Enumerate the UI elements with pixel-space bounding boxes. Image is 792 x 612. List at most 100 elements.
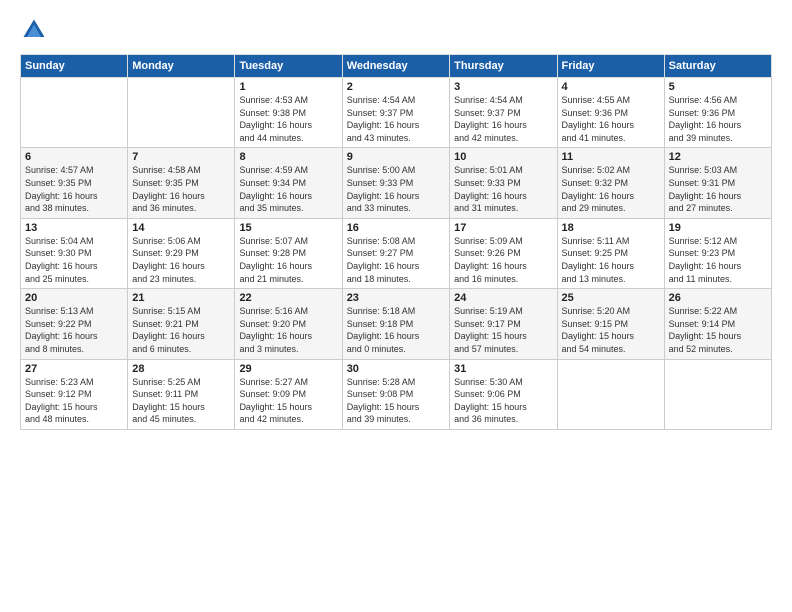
calendar-cell: 13Sunrise: 5:04 AM Sunset: 9:30 PM Dayli… [21, 218, 128, 288]
day-number: 6 [25, 151, 123, 163]
calendar-cell [664, 359, 771, 429]
logo-icon [20, 16, 48, 44]
day-number: 27 [25, 363, 123, 375]
calendar-cell: 3Sunrise: 4:54 AM Sunset: 9:37 PM Daylig… [450, 78, 557, 148]
calendar-cell: 25Sunrise: 5:20 AM Sunset: 9:15 PM Dayli… [557, 289, 664, 359]
day-number: 2 [347, 81, 445, 93]
calendar-week-2: 6Sunrise: 4:57 AM Sunset: 9:35 PM Daylig… [21, 148, 772, 218]
weekday-header-wednesday: Wednesday [342, 55, 449, 78]
day-number: 5 [669, 81, 767, 93]
day-number: 18 [562, 222, 660, 234]
calendar-cell: 7Sunrise: 4:58 AM Sunset: 9:35 PM Daylig… [128, 148, 235, 218]
day-number: 22 [239, 292, 337, 304]
day-info: Sunrise: 5:18 AM Sunset: 9:18 PM Dayligh… [347, 305, 445, 355]
day-info: Sunrise: 4:59 AM Sunset: 9:34 PM Dayligh… [239, 164, 337, 214]
day-info: Sunrise: 4:54 AM Sunset: 9:37 PM Dayligh… [454, 94, 552, 144]
day-number: 21 [132, 292, 230, 304]
day-number: 29 [239, 363, 337, 375]
weekday-header-sunday: Sunday [21, 55, 128, 78]
calendar-cell: 16Sunrise: 5:08 AM Sunset: 9:27 PM Dayli… [342, 218, 449, 288]
day-info: Sunrise: 4:58 AM Sunset: 9:35 PM Dayligh… [132, 164, 230, 214]
calendar-cell: 14Sunrise: 5:06 AM Sunset: 9:29 PM Dayli… [128, 218, 235, 288]
weekday-header-tuesday: Tuesday [235, 55, 342, 78]
day-info: Sunrise: 5:13 AM Sunset: 9:22 PM Dayligh… [25, 305, 123, 355]
calendar-cell: 6Sunrise: 4:57 AM Sunset: 9:35 PM Daylig… [21, 148, 128, 218]
day-info: Sunrise: 5:19 AM Sunset: 9:17 PM Dayligh… [454, 305, 552, 355]
calendar-cell: 20Sunrise: 5:13 AM Sunset: 9:22 PM Dayli… [21, 289, 128, 359]
day-info: Sunrise: 5:28 AM Sunset: 9:08 PM Dayligh… [347, 376, 445, 426]
calendar-week-1: 1Sunrise: 4:53 AM Sunset: 9:38 PM Daylig… [21, 78, 772, 148]
day-info: Sunrise: 5:04 AM Sunset: 9:30 PM Dayligh… [25, 235, 123, 285]
day-info: Sunrise: 5:00 AM Sunset: 9:33 PM Dayligh… [347, 164, 445, 214]
calendar-week-5: 27Sunrise: 5:23 AM Sunset: 9:12 PM Dayli… [21, 359, 772, 429]
day-info: Sunrise: 5:16 AM Sunset: 9:20 PM Dayligh… [239, 305, 337, 355]
calendar-cell: 31Sunrise: 5:30 AM Sunset: 9:06 PM Dayli… [450, 359, 557, 429]
day-number: 15 [239, 222, 337, 234]
day-number: 30 [347, 363, 445, 375]
calendar-cell: 21Sunrise: 5:15 AM Sunset: 9:21 PM Dayli… [128, 289, 235, 359]
day-info: Sunrise: 4:53 AM Sunset: 9:38 PM Dayligh… [239, 94, 337, 144]
header [20, 16, 772, 44]
day-info: Sunrise: 5:01 AM Sunset: 9:33 PM Dayligh… [454, 164, 552, 214]
day-info: Sunrise: 5:20 AM Sunset: 9:15 PM Dayligh… [562, 305, 660, 355]
day-info: Sunrise: 5:08 AM Sunset: 9:27 PM Dayligh… [347, 235, 445, 285]
calendar-cell: 26Sunrise: 5:22 AM Sunset: 9:14 PM Dayli… [664, 289, 771, 359]
calendar-cell: 11Sunrise: 5:02 AM Sunset: 9:32 PM Dayli… [557, 148, 664, 218]
calendar-cell: 2Sunrise: 4:54 AM Sunset: 9:37 PM Daylig… [342, 78, 449, 148]
calendar-cell: 22Sunrise: 5:16 AM Sunset: 9:20 PM Dayli… [235, 289, 342, 359]
day-number: 8 [239, 151, 337, 163]
day-number: 13 [25, 222, 123, 234]
calendar-cell: 15Sunrise: 5:07 AM Sunset: 9:28 PM Dayli… [235, 218, 342, 288]
calendar-cell: 10Sunrise: 5:01 AM Sunset: 9:33 PM Dayli… [450, 148, 557, 218]
day-info: Sunrise: 5:25 AM Sunset: 9:11 PM Dayligh… [132, 376, 230, 426]
day-info: Sunrise: 5:09 AM Sunset: 9:26 PM Dayligh… [454, 235, 552, 285]
day-info: Sunrise: 4:55 AM Sunset: 9:36 PM Dayligh… [562, 94, 660, 144]
calendar-cell: 9Sunrise: 5:00 AM Sunset: 9:33 PM Daylig… [342, 148, 449, 218]
calendar-cell [21, 78, 128, 148]
day-number: 9 [347, 151, 445, 163]
calendar-cell [128, 78, 235, 148]
day-number: 20 [25, 292, 123, 304]
day-number: 12 [669, 151, 767, 163]
calendar-cell: 29Sunrise: 5:27 AM Sunset: 9:09 PM Dayli… [235, 359, 342, 429]
calendar-cell: 30Sunrise: 5:28 AM Sunset: 9:08 PM Dayli… [342, 359, 449, 429]
day-info: Sunrise: 5:12 AM Sunset: 9:23 PM Dayligh… [669, 235, 767, 285]
day-number: 25 [562, 292, 660, 304]
day-info: Sunrise: 5:22 AM Sunset: 9:14 PM Dayligh… [669, 305, 767, 355]
day-number: 16 [347, 222, 445, 234]
calendar-cell: 1Sunrise: 4:53 AM Sunset: 9:38 PM Daylig… [235, 78, 342, 148]
calendar-cell: 23Sunrise: 5:18 AM Sunset: 9:18 PM Dayli… [342, 289, 449, 359]
calendar-cell: 28Sunrise: 5:25 AM Sunset: 9:11 PM Dayli… [128, 359, 235, 429]
day-number: 23 [347, 292, 445, 304]
weekday-header-row: SundayMondayTuesdayWednesdayThursdayFrid… [21, 55, 772, 78]
calendar-week-4: 20Sunrise: 5:13 AM Sunset: 9:22 PM Dayli… [21, 289, 772, 359]
calendar-cell: 17Sunrise: 5:09 AM Sunset: 9:26 PM Dayli… [450, 218, 557, 288]
calendar-cell: 5Sunrise: 4:56 AM Sunset: 9:36 PM Daylig… [664, 78, 771, 148]
day-info: Sunrise: 5:06 AM Sunset: 9:29 PM Dayligh… [132, 235, 230, 285]
calendar-cell: 19Sunrise: 5:12 AM Sunset: 9:23 PM Dayli… [664, 218, 771, 288]
weekday-header-monday: Monday [128, 55, 235, 78]
day-number: 26 [669, 292, 767, 304]
day-number: 31 [454, 363, 552, 375]
day-info: Sunrise: 4:56 AM Sunset: 9:36 PM Dayligh… [669, 94, 767, 144]
day-info: Sunrise: 5:27 AM Sunset: 9:09 PM Dayligh… [239, 376, 337, 426]
weekday-header-thursday: Thursday [450, 55, 557, 78]
day-number: 10 [454, 151, 552, 163]
calendar-cell: 4Sunrise: 4:55 AM Sunset: 9:36 PM Daylig… [557, 78, 664, 148]
calendar-cell: 24Sunrise: 5:19 AM Sunset: 9:17 PM Dayli… [450, 289, 557, 359]
day-number: 28 [132, 363, 230, 375]
page: SundayMondayTuesdayWednesdayThursdayFrid… [0, 0, 792, 440]
weekday-header-friday: Friday [557, 55, 664, 78]
calendar-cell: 27Sunrise: 5:23 AM Sunset: 9:12 PM Dayli… [21, 359, 128, 429]
day-info: Sunrise: 5:07 AM Sunset: 9:28 PM Dayligh… [239, 235, 337, 285]
day-number: 3 [454, 81, 552, 93]
day-number: 14 [132, 222, 230, 234]
day-number: 17 [454, 222, 552, 234]
calendar-week-3: 13Sunrise: 5:04 AM Sunset: 9:30 PM Dayli… [21, 218, 772, 288]
calendar-cell [557, 359, 664, 429]
day-number: 4 [562, 81, 660, 93]
day-info: Sunrise: 4:54 AM Sunset: 9:37 PM Dayligh… [347, 94, 445, 144]
day-info: Sunrise: 4:57 AM Sunset: 9:35 PM Dayligh… [25, 164, 123, 214]
day-number: 24 [454, 292, 552, 304]
weekday-header-saturday: Saturday [664, 55, 771, 78]
